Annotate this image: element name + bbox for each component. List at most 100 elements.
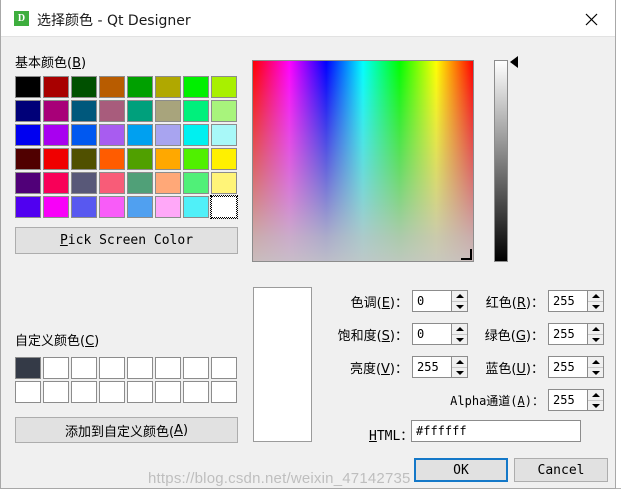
green-spin-up-icon[interactable] xyxy=(588,324,603,335)
value-spinbox[interactable]: 255 xyxy=(412,356,468,378)
basic-color-swatch[interactable] xyxy=(211,148,237,170)
value-slider[interactable] xyxy=(494,60,508,262)
basic-color-swatch[interactable] xyxy=(127,100,153,122)
pick-screen-color-button[interactable]: Pick Screen Color xyxy=(15,227,238,254)
basic-color-swatch[interactable] xyxy=(15,148,41,170)
basic-color-swatch[interactable] xyxy=(15,76,41,98)
basic-color-swatch[interactable] xyxy=(71,172,97,194)
basic-color-swatch[interactable] xyxy=(99,124,125,146)
saturation-spin-buttons[interactable] xyxy=(451,324,467,344)
alpha-spin-down-icon[interactable] xyxy=(588,401,603,411)
basic-color-swatch[interactable] xyxy=(99,148,125,170)
color-field-cursor[interactable] xyxy=(461,249,472,260)
basic-color-swatch[interactable] xyxy=(127,196,153,218)
saturation-spin-down-icon[interactable] xyxy=(452,335,467,345)
green-spin-down-icon[interactable] xyxy=(588,335,603,345)
basic-color-swatch[interactable] xyxy=(127,76,153,98)
custom-color-swatch[interactable] xyxy=(155,357,181,379)
custom-color-swatch[interactable] xyxy=(183,357,209,379)
basic-color-swatch[interactable] xyxy=(211,100,237,122)
value-spin-down-icon[interactable] xyxy=(452,368,467,378)
basic-color-swatch[interactable] xyxy=(183,196,209,218)
custom-color-swatch[interactable] xyxy=(99,381,125,403)
basic-color-swatch[interactable] xyxy=(183,100,209,122)
custom-color-swatch[interactable] xyxy=(155,381,181,403)
basic-color-swatch[interactable] xyxy=(127,172,153,194)
basic-color-swatch[interactable] xyxy=(43,100,69,122)
hue-spin-up-icon[interactable] xyxy=(452,291,467,302)
basic-color-swatch[interactable] xyxy=(183,76,209,98)
value-spin-up-icon[interactable] xyxy=(452,357,467,368)
red-spinbox[interactable]: 255 xyxy=(548,290,604,312)
alpha-spinbox[interactable]: 255 xyxy=(548,389,604,411)
cancel-button[interactable]: Cancel xyxy=(514,458,608,482)
basic-color-swatch[interactable] xyxy=(155,148,181,170)
saturation-spin-up-icon[interactable] xyxy=(452,324,467,335)
basic-color-swatch[interactable] xyxy=(99,100,125,122)
basic-color-swatch[interactable] xyxy=(71,124,97,146)
green-spinbox[interactable]: 255 xyxy=(548,323,604,345)
hue-saturation-field[interactable] xyxy=(252,60,474,262)
basic-color-swatch[interactable] xyxy=(155,196,181,218)
hue-spin-down-icon[interactable] xyxy=(452,302,467,312)
add-to-custom-colors-button[interactable]: 添加到自定义颜色(A) xyxy=(15,417,238,443)
green-spin-buttons[interactable] xyxy=(587,324,603,344)
basic-color-swatch[interactable] xyxy=(210,195,238,219)
basic-color-swatch[interactable] xyxy=(183,148,209,170)
custom-color-swatch[interactable] xyxy=(127,381,153,403)
basic-color-swatch[interactable] xyxy=(211,172,237,194)
basic-color-swatch[interactable] xyxy=(99,172,125,194)
blue-spin-up-icon[interactable] xyxy=(588,357,603,368)
red-spin-buttons[interactable] xyxy=(587,291,603,311)
blue-spin-buttons[interactable] xyxy=(587,357,603,377)
basic-color-swatch[interactable] xyxy=(43,172,69,194)
html-color-input[interactable]: #ffffff xyxy=(411,420,581,442)
hue-spin-buttons[interactable] xyxy=(451,291,467,311)
blue-spinbox[interactable]: 255 xyxy=(548,356,604,378)
basic-color-swatch[interactable] xyxy=(15,124,41,146)
close-button[interactable] xyxy=(569,0,615,36)
basic-color-swatch[interactable] xyxy=(127,148,153,170)
custom-color-swatch[interactable] xyxy=(71,381,97,403)
ok-button[interactable]: OK xyxy=(414,458,508,482)
custom-colors-grid[interactable] xyxy=(15,357,238,404)
basic-colors-grid[interactable] xyxy=(15,76,238,219)
custom-color-swatch[interactable] xyxy=(127,357,153,379)
basic-color-swatch[interactable] xyxy=(155,100,181,122)
value-spin-buttons[interactable] xyxy=(451,357,467,377)
hue-spinbox[interactable]: 0 xyxy=(412,290,468,312)
basic-color-swatch[interactable] xyxy=(99,76,125,98)
basic-color-swatch[interactable] xyxy=(155,76,181,98)
basic-color-swatch[interactable] xyxy=(43,196,69,218)
red-spin-down-icon[interactable] xyxy=(588,302,603,312)
custom-color-swatch[interactable] xyxy=(211,357,237,379)
alpha-spin-up-icon[interactable] xyxy=(588,390,603,401)
basic-color-swatch[interactable] xyxy=(127,124,153,146)
basic-color-swatch[interactable] xyxy=(15,196,41,218)
basic-color-swatch[interactable] xyxy=(155,172,181,194)
custom-color-swatch[interactable] xyxy=(211,381,237,403)
basic-color-swatch[interactable] xyxy=(43,124,69,146)
basic-color-swatch[interactable] xyxy=(183,124,209,146)
basic-color-swatch[interactable] xyxy=(43,76,69,98)
basic-color-swatch[interactable] xyxy=(155,124,181,146)
alpha-spin-buttons[interactable] xyxy=(587,390,603,410)
basic-color-swatch[interactable] xyxy=(71,148,97,170)
basic-color-swatch[interactable] xyxy=(99,196,125,218)
basic-color-swatch[interactable] xyxy=(211,124,237,146)
saturation-spinbox[interactable]: 0 xyxy=(412,323,468,345)
basic-color-swatch[interactable] xyxy=(43,148,69,170)
red-spin-up-icon[interactable] xyxy=(588,291,603,302)
basic-color-swatch[interactable] xyxy=(71,100,97,122)
basic-color-swatch[interactable] xyxy=(71,76,97,98)
basic-color-swatch[interactable] xyxy=(211,76,237,98)
custom-color-swatch[interactable] xyxy=(71,357,97,379)
basic-color-swatch[interactable] xyxy=(71,196,97,218)
value-slider-handle-icon[interactable] xyxy=(510,56,518,68)
basic-color-swatch[interactable] xyxy=(15,172,41,194)
basic-color-swatch[interactable] xyxy=(15,100,41,122)
custom-color-swatch[interactable] xyxy=(183,381,209,403)
custom-color-swatch[interactable] xyxy=(43,381,69,403)
custom-color-swatch[interactable] xyxy=(15,357,41,379)
basic-color-swatch[interactable] xyxy=(183,172,209,194)
